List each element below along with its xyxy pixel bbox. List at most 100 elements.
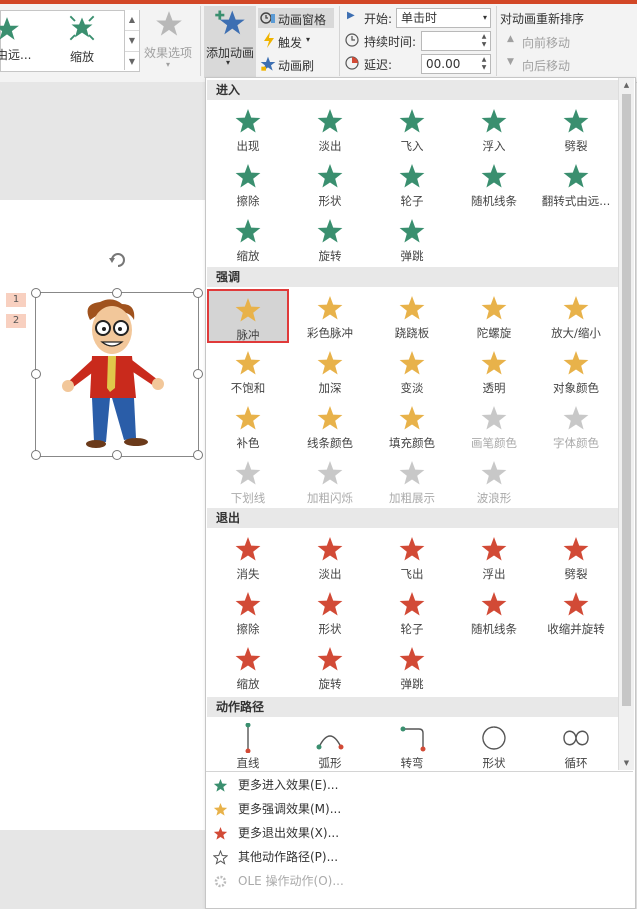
scroll-down-icon[interactable]: ▼ [619, 756, 634, 770]
resize-handle[interactable] [193, 288, 203, 298]
effect-item[interactable]: 脉冲 [207, 289, 289, 343]
effect-item[interactable]: 缩放 [207, 212, 289, 266]
effect-item[interactable]: 擦除 [207, 157, 289, 211]
effect-item[interactable]: 形状 [289, 157, 371, 211]
effect-item[interactable]: 陀螺旋 [453, 289, 535, 343]
gallery-down-icon[interactable]: ▼ [125, 31, 139, 52]
effect-item[interactable]: 弹跳 [371, 212, 453, 266]
effect-item[interactable]: 劈裂 [535, 530, 617, 584]
spinner-arrows[interactable]: ▲ ▼ [479, 33, 489, 49]
menu-item[interactable]: 更多进入效果(E)... [207, 773, 618, 797]
section-header: 强调 [207, 267, 618, 287]
star-zoom-icon [69, 15, 95, 41]
gallery-more-icon[interactable]: ▼ [125, 52, 139, 72]
effect-label: 旋转 [318, 677, 342, 691]
animation-painter-button[interactable]: 动画刷 [258, 54, 334, 74]
effect-label: 消失 [236, 567, 260, 581]
start-label: 开始: [364, 12, 393, 26]
effect-item[interactable]: 形状 [453, 719, 535, 773]
gallery-item-zoom[interactable]: 缩放 [62, 14, 102, 64]
effect-item[interactable]: 擦除 [207, 585, 289, 639]
resize-handle[interactable] [31, 288, 41, 298]
trigger-button[interactable]: 触发 ▾ [258, 31, 334, 51]
effect-item[interactable]: 补色 [207, 399, 289, 453]
gallery-scrollbar[interactable]: ▲ ▼ ▼ [124, 10, 139, 70]
effect-item[interactable]: 随机线条 [453, 157, 535, 211]
effect-item[interactable]: 弧形 [289, 719, 371, 773]
effect-item[interactable]: 轮子 [371, 157, 453, 211]
gallery-item-fly-in[interactable]: 由远... [0, 14, 40, 64]
enter-effect-icon [563, 164, 589, 188]
spinner-arrows[interactable]: ▲ ▼ [479, 56, 489, 72]
animation-pane-button[interactable]: 动画窗格 [258, 8, 334, 28]
emphasis-effect-icon [563, 296, 589, 320]
effect-item[interactable]: 旋转 [289, 640, 371, 694]
effect-item[interactable]: 线条颜色 [289, 399, 371, 453]
effect-item[interactable]: 浮出 [453, 530, 535, 584]
effect-item[interactable]: 轮子 [371, 585, 453, 639]
effect-item[interactable]: 彩色脉冲 [289, 289, 371, 343]
scroll-up-icon[interactable]: ▲ [619, 78, 634, 92]
animation-marker[interactable]: 2 [6, 314, 26, 328]
effect-item[interactable]: 收缩并旋转 [535, 585, 617, 639]
effect-item[interactable]: 填充颜色 [371, 399, 453, 453]
clock-icon [345, 33, 359, 47]
resize-handle[interactable] [112, 288, 122, 298]
rotate-handle-icon[interactable] [106, 248, 130, 272]
effect-item[interactable]: 加深 [289, 344, 371, 398]
effect-item[interactable]: 放大/缩小 [535, 289, 617, 343]
effect-item[interactable]: 劈裂 [535, 102, 617, 156]
effect-item[interactable]: 跷跷板 [371, 289, 453, 343]
animation-marker[interactable]: 1 [6, 293, 26, 307]
effect-item[interactable]: 变淡 [371, 344, 453, 398]
effect-item[interactable]: 翻转式由远... [535, 157, 617, 211]
effect-item[interactable]: 转弯 [371, 719, 453, 773]
effect-item[interactable]: 缩放 [207, 640, 289, 694]
resize-handle[interactable] [112, 450, 122, 460]
effect-item[interactable]: 浮入 [453, 102, 535, 156]
effect-options-button[interactable]: 效果选项 ▾ [142, 10, 196, 70]
effect-item[interactable]: 直线 [207, 719, 289, 773]
menu-item[interactable]: 更多退出效果(X)... [207, 821, 618, 845]
section-header: 退出 [207, 508, 618, 528]
resize-handle[interactable] [31, 450, 41, 460]
effect-label: 随机线条 [471, 194, 517, 208]
effect-item[interactable]: 形状 [289, 585, 371, 639]
effect-label: 跷跷板 [394, 326, 430, 340]
resize-handle[interactable] [193, 450, 203, 460]
effect-item[interactable]: 对象颜色 [535, 344, 617, 398]
effect-item[interactable]: 循环 [535, 719, 617, 773]
effect-item[interactable]: 出现 [207, 102, 289, 156]
effect-item[interactable]: 旋转 [289, 212, 371, 266]
delay-spinner[interactable]: 00.00 ▲ ▼ [421, 54, 491, 74]
dropdown-scrollbar[interactable]: ▲ ▼ [618, 78, 634, 770]
cartoon-man-image [62, 299, 164, 448]
effect-item[interactable]: 弹跳 [371, 640, 453, 694]
effect-item[interactable]: 淡出 [289, 102, 371, 156]
resize-handle[interactable] [31, 369, 41, 379]
path-effect-icon [482, 726, 506, 750]
effect-item[interactable]: 淡出 [289, 530, 371, 584]
effect-item[interactable]: 随机线条 [453, 585, 535, 639]
ribbon-separator [339, 6, 340, 76]
effect-label: 对象颜色 [553, 381, 599, 395]
exit-effect-icon [235, 647, 261, 671]
effect-item[interactable]: 消失 [207, 530, 289, 584]
effect-item[interactable]: 飞入 [371, 102, 453, 156]
resize-handle[interactable] [193, 369, 203, 379]
duration-spinner[interactable]: ▲ ▼ [421, 31, 491, 51]
menu-item[interactable]: 更多强调效果(M)... [207, 797, 618, 821]
gallery-up-icon[interactable]: ▲ [125, 10, 139, 31]
start-dropdown[interactable]: 单击时 ▾ [396, 8, 491, 28]
effect-item[interactable]: 不饱和 [207, 344, 289, 398]
effect-label: 翻转式由远... [541, 194, 611, 208]
exit-effect-icon [399, 647, 425, 671]
menu-item[interactable]: 其他动作路径(P)... [207, 845, 618, 869]
move-earlier-button[interactable]: ▲ 向前移动 [505, 32, 585, 50]
add-animation-button[interactable]: 添加动画 ▾ [204, 6, 256, 78]
effect-item[interactable]: 透明 [453, 344, 535, 398]
scroll-thumb[interactable] [622, 94, 631, 706]
effect-item[interactable]: 飞出 [371, 530, 453, 584]
move-later-label: 向后移动 [522, 59, 571, 73]
move-later-button[interactable]: ▼ 向后移动 [505, 55, 585, 73]
